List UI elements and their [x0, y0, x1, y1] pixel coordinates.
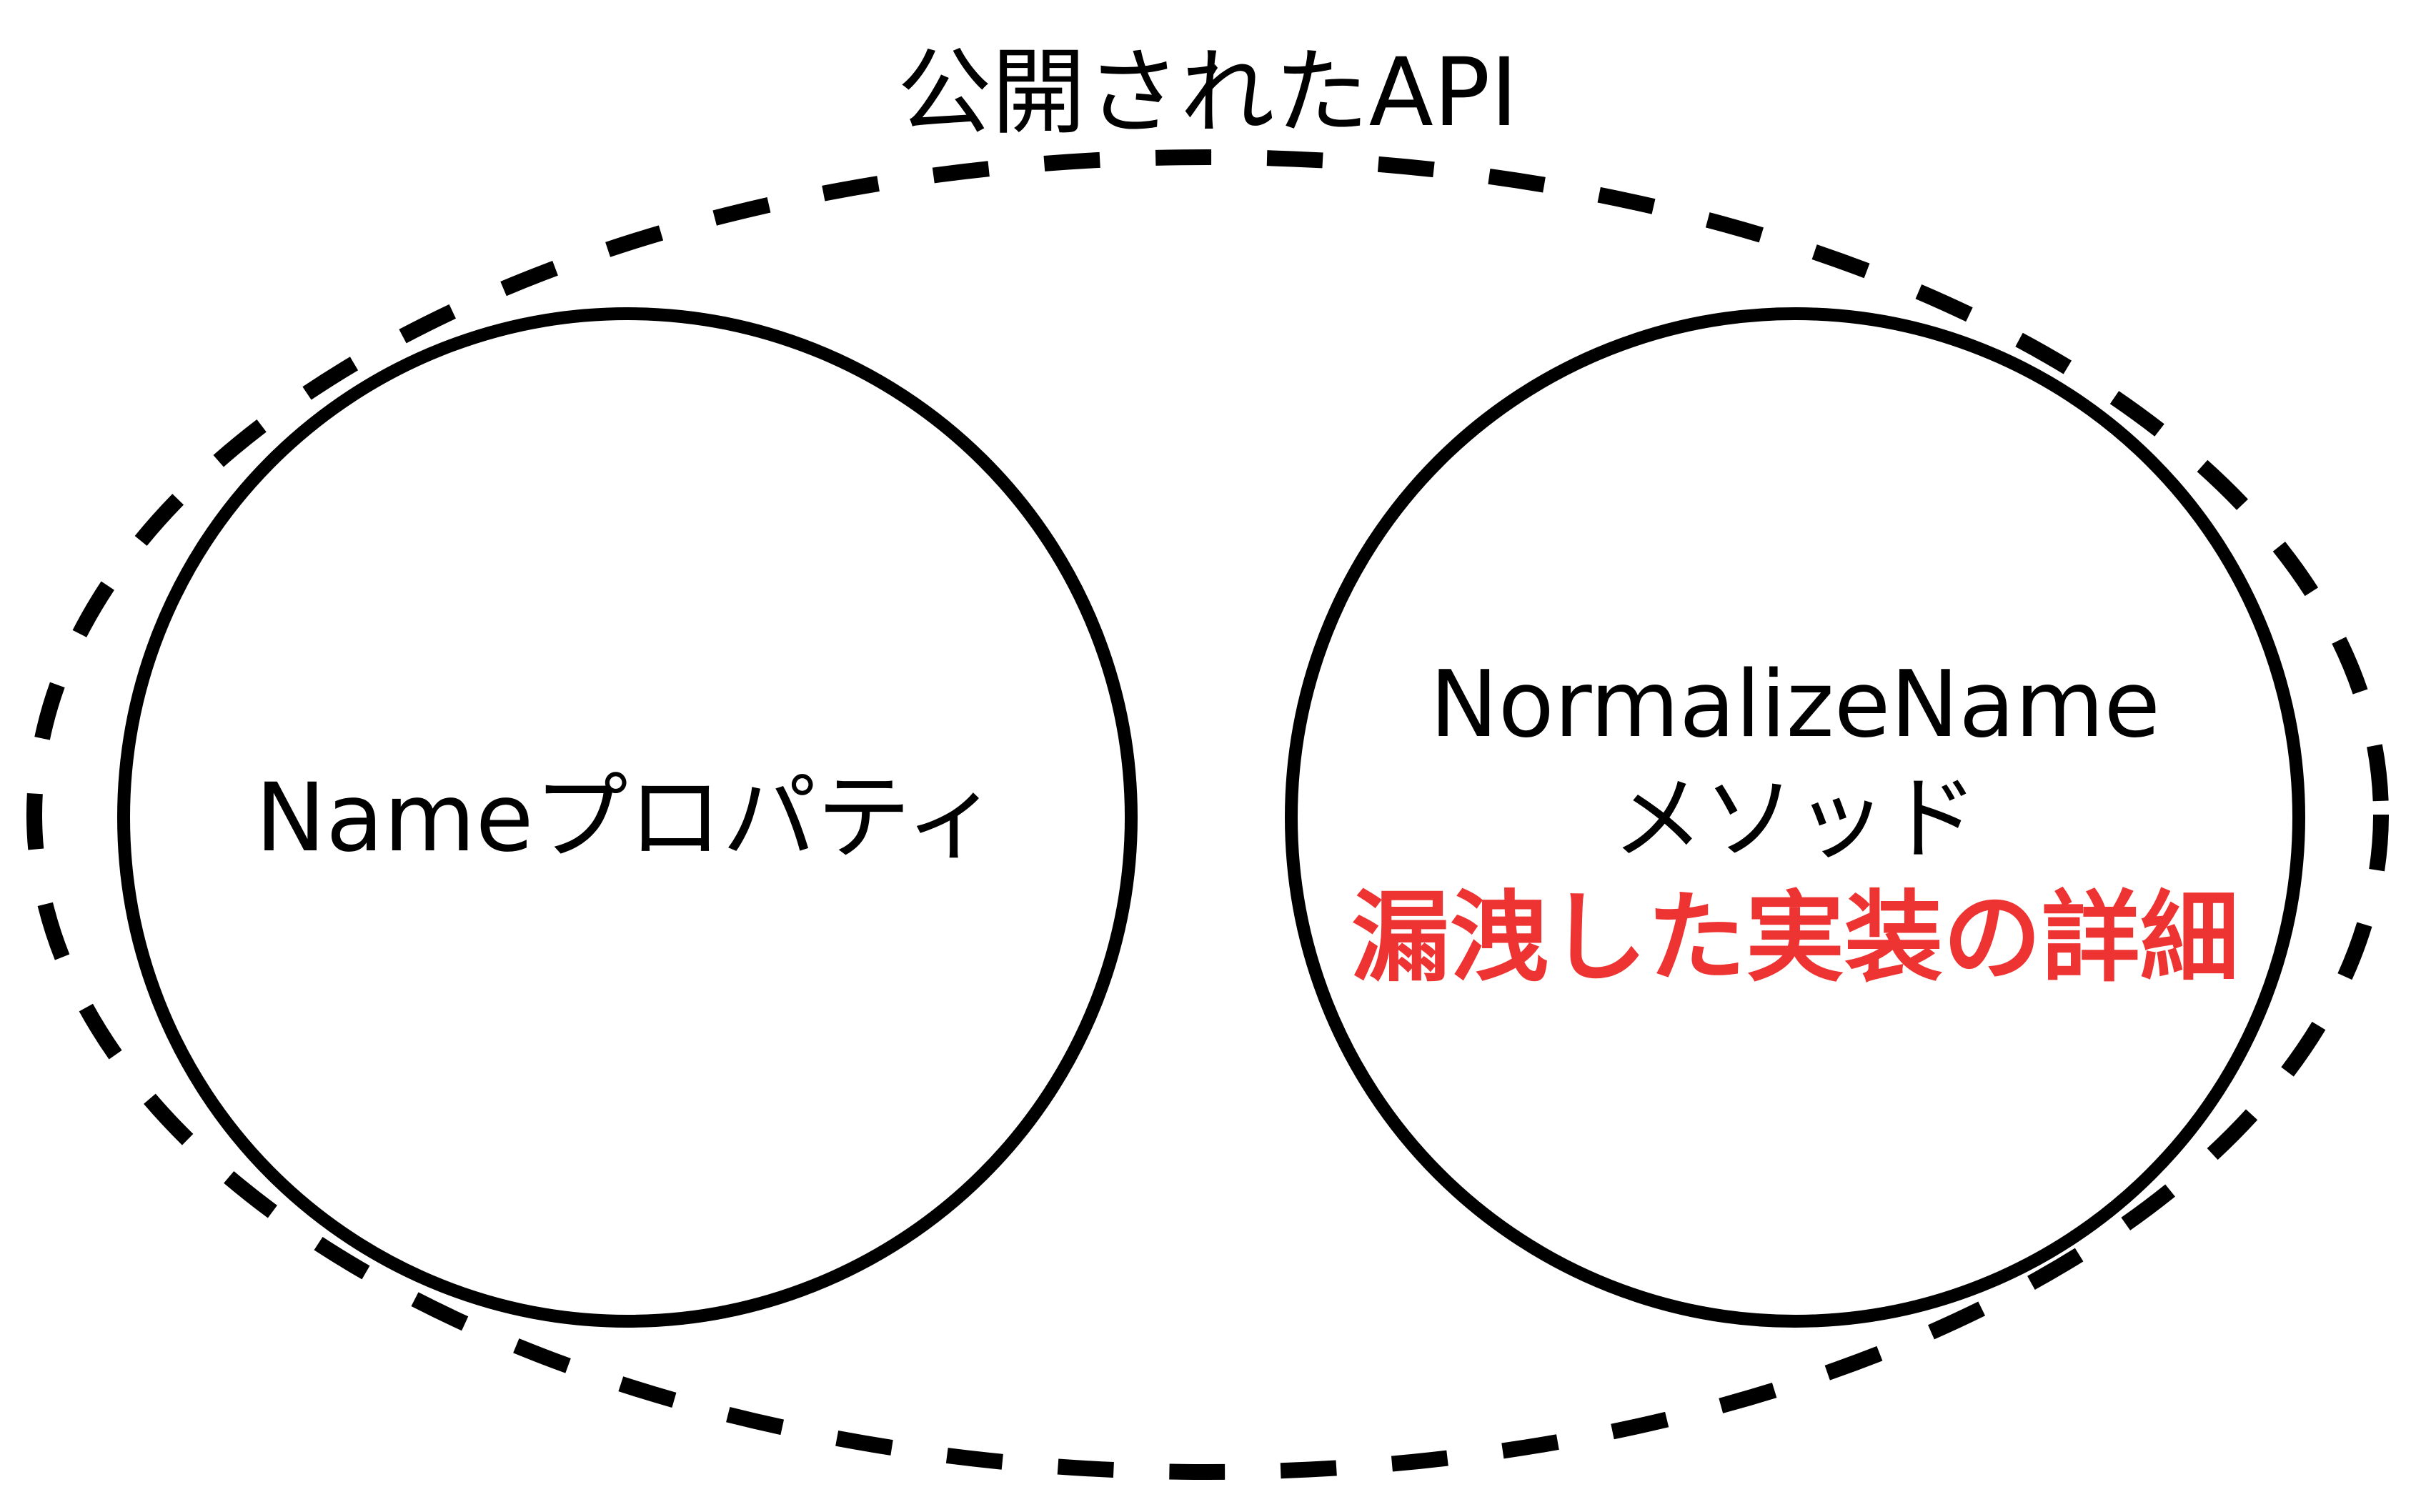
normalize-name-label: NormalizeName [1430, 652, 2160, 758]
method-label: メソッド [1612, 766, 1978, 872]
api-diagram: 公開されたAPI Nameプロパティ NormalizeName メソッド 漏洩… [26, 38, 2389, 1480]
name-property-label: Nameプロパティ [255, 763, 1000, 873]
public-api-title: 公開されたAPI [898, 38, 1518, 148]
leaked-implementation-detail-label: 漏洩した実装の詳細 [1351, 880, 2239, 995]
